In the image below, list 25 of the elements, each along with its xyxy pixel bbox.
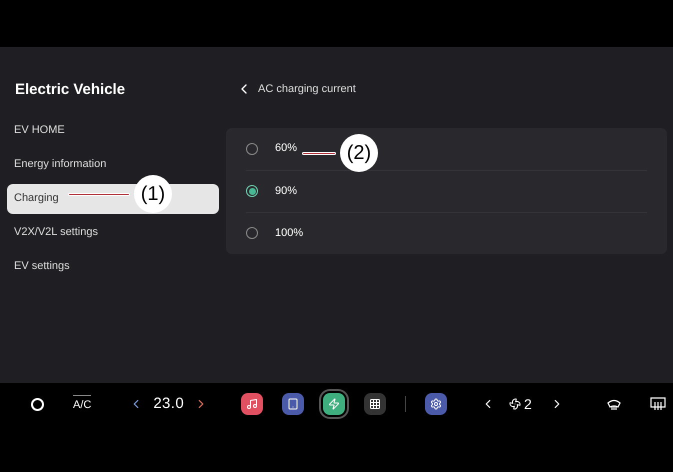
option-label: 90%	[275, 184, 298, 199]
radio-button[interactable]	[246, 142, 258, 154]
sidebar-item[interactable]: V2X/V2L settings	[7, 218, 219, 248]
charge-app-icon[interactable]	[323, 393, 346, 415]
grid-app-icon[interactable]	[364, 393, 386, 415]
radio-button[interactable]	[246, 227, 258, 239]
power-icon[interactable]	[31, 398, 44, 410]
rear-defrost-icon[interactable]	[650, 397, 666, 411]
fan-speed: 2	[524, 394, 532, 414]
option-label: 60%	[275, 141, 298, 156]
sidebar-item[interactable]: EV HOME	[7, 116, 219, 146]
media-app-icon[interactable]	[282, 393, 304, 415]
sidebar-title: Electric Vehicle	[15, 80, 126, 100]
front-defrost-icon[interactable]	[606, 397, 622, 411]
fan-icon	[509, 398, 522, 410]
page-title: AC charging current	[258, 82, 356, 97]
sidebar-item[interactable]: EV settings	[7, 252, 219, 282]
radio-button[interactable]	[246, 185, 258, 197]
music-app-icon[interactable]	[241, 393, 264, 415]
callout-tooltip: (2)	[302, 134, 378, 172]
callout-tooltip: (1)	[68, 175, 172, 213]
option-label: 100%	[275, 226, 304, 241]
settings-app-icon[interactable]	[425, 393, 448, 415]
temperature-value: 23.0	[153, 394, 184, 414]
ac-button[interactable]: A/C	[73, 394, 92, 414]
